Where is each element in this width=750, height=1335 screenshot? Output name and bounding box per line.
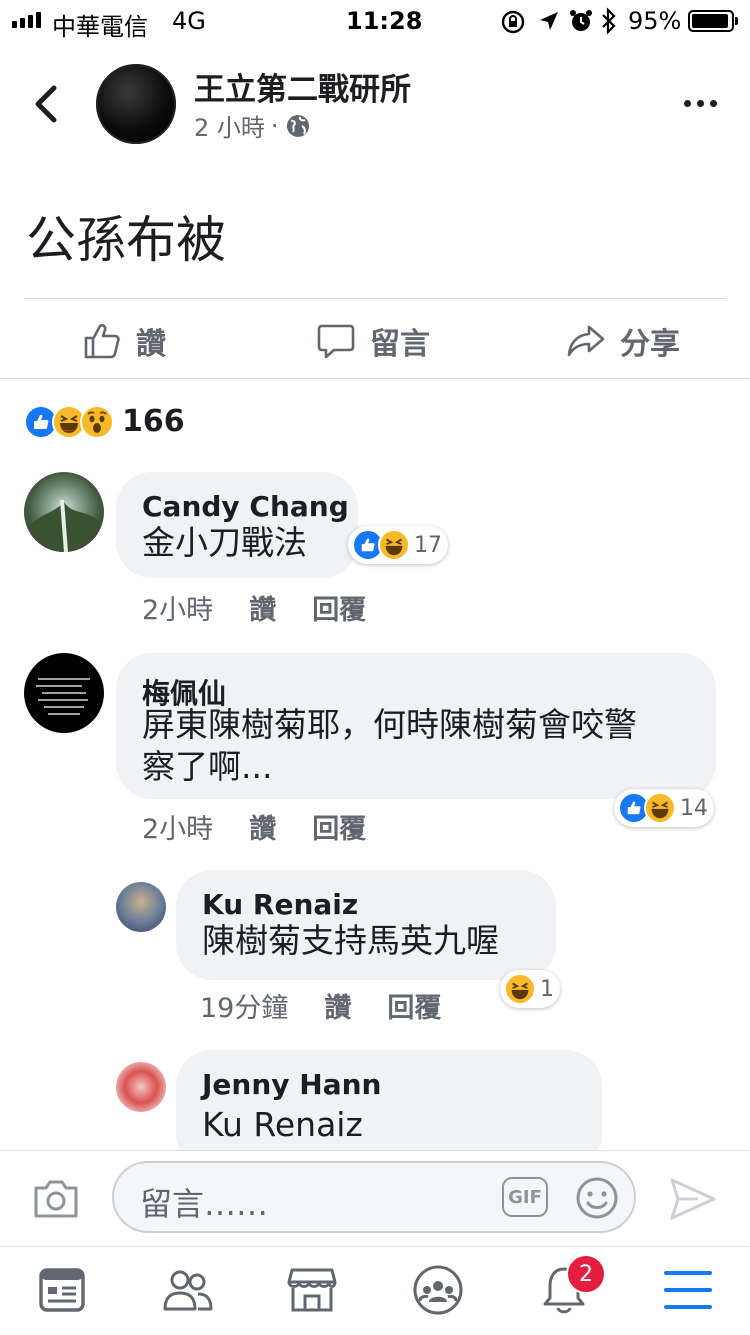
comment-text-continued: 察了啊... [142, 747, 273, 786]
marketplace-icon [287, 1268, 337, 1312]
alarm-icon [570, 10, 592, 31]
commenter-avatar[interactable] [24, 472, 104, 552]
comment-time[interactable]: 2小時 [142, 588, 213, 627]
comment-reply-button[interactable]: 回覆 [387, 986, 441, 1025]
comment-text: 屏東陳樹菊耶，何時陳樹菊會咬警 [142, 705, 637, 744]
page-avatar[interactable] [96, 64, 176, 144]
bluetooth-icon [602, 7, 616, 35]
speech-bubble-icon [317, 324, 355, 359]
divider [24, 298, 726, 299]
comment-input-placeholder: 留言…… [140, 1185, 269, 1223]
send-icon[interactable] [668, 1176, 718, 1222]
carrier-label: 中華電信 [52, 13, 148, 41]
page-name[interactable]: 王立第二戰研所 [194, 64, 411, 109]
battery-percent: 95% [628, 7, 682, 35]
comment-input[interactable]: 留言…… GIF [112, 1161, 636, 1233]
clock: 11:28 [346, 7, 423, 35]
status-bar: 中華電信 4G 11:28 95% [0, 0, 750, 42]
more-options-button[interactable] [684, 100, 717, 107]
news-feed-icon [39, 1268, 85, 1312]
comment-reactions[interactable]: 17 [348, 526, 448, 564]
comment-author[interactable]: Ku Renaiz [202, 888, 358, 921]
hamburger-menu-icon [664, 1271, 712, 1309]
reaction-count: 166 [122, 404, 185, 439]
wow-reaction-icon [80, 404, 114, 439]
groups-icon [413, 1265, 463, 1315]
comment-time[interactable]: 2小時 [142, 807, 213, 846]
share-button[interactable]: 分享 [566, 316, 680, 366]
emoji-icon[interactable] [574, 1175, 620, 1221]
post-timestamp[interactable]: 2 小時 [194, 108, 265, 143]
comment-button[interactable]: 留言 [316, 316, 430, 366]
comment-author[interactable]: Jenny Hann [202, 1068, 381, 1101]
haha-reaction-icon [378, 529, 410, 561]
tab-menu[interactable] [658, 1262, 718, 1318]
gif-button[interactable]: GIF [502, 1177, 548, 1217]
comment-reactions[interactable]: 1 [500, 970, 560, 1008]
comment-meta: 2小時 讚 回覆 [142, 807, 366, 846]
back-arrow-icon[interactable] [30, 82, 66, 126]
replier-avatar[interactable] [116, 882, 166, 932]
network-label: 4G [172, 7, 206, 35]
tab-bar [0, 1246, 750, 1335]
haha-reaction-icon [644, 792, 676, 824]
comment-reactions[interactable]: 14 [614, 789, 714, 827]
location-arrow-icon [540, 12, 558, 30]
rotation-lock-icon [501, 10, 525, 34]
battery-icon [688, 10, 734, 32]
comment-text: 金小刀戰法 [142, 523, 307, 562]
tab-marketplace[interactable] [282, 1262, 342, 1318]
meta-separator: · [270, 111, 279, 140]
comment-reply-button[interactable]: 回覆 [312, 588, 366, 627]
share-label: 分享 [620, 327, 680, 362]
comment-meta: 19分鐘 讚 回覆 [200, 986, 441, 1025]
comment-label: 留言 [370, 327, 430, 362]
globe-icon [286, 114, 309, 137]
thumbs-up-icon [84, 324, 120, 359]
reaction-count: 1 [540, 976, 554, 1002]
tab-news-feed[interactable] [32, 1262, 92, 1318]
comment-like-button[interactable]: 讚 [249, 588, 276, 627]
tab-friends[interactable] [158, 1262, 218, 1318]
comment-like-button[interactable]: 讚 [324, 986, 351, 1025]
reaction-count: 17 [414, 532, 442, 558]
camera-icon[interactable] [32, 1178, 80, 1220]
divider [0, 378, 750, 379]
reaction-count: 14 [680, 795, 708, 821]
like-button[interactable]: 讚 [82, 316, 166, 366]
friends-icon [163, 1270, 213, 1311]
commenter-avatar[interactable] [24, 653, 104, 733]
comment-text: 陳樹菊支持馬英九喔 [202, 921, 499, 960]
comment-author[interactable]: Candy Chang [142, 490, 349, 523]
signal-icon [12, 12, 41, 28]
comment-reply-button[interactable]: 回覆 [312, 807, 366, 846]
like-label: 讚 [136, 327, 166, 362]
tab-groups[interactable] [408, 1262, 468, 1318]
haha-reaction-icon [504, 973, 536, 1005]
comment-meta: 2小時 讚 回覆 [142, 588, 366, 627]
replier-avatar[interactable] [116, 1062, 166, 1112]
comment-time[interactable]: 19分鐘 [200, 986, 288, 1025]
post-meta: 2 小時 · [194, 108, 311, 143]
reaction-summary[interactable]: 166 [24, 404, 185, 439]
comment-text: Ku Renaiz [202, 1105, 363, 1144]
share-arrow-icon [567, 325, 605, 357]
notification-badge: 2 [566, 1254, 606, 1294]
post-text: 公孫布被 [26, 211, 226, 269]
comment-like-button[interactable]: 讚 [249, 807, 276, 846]
